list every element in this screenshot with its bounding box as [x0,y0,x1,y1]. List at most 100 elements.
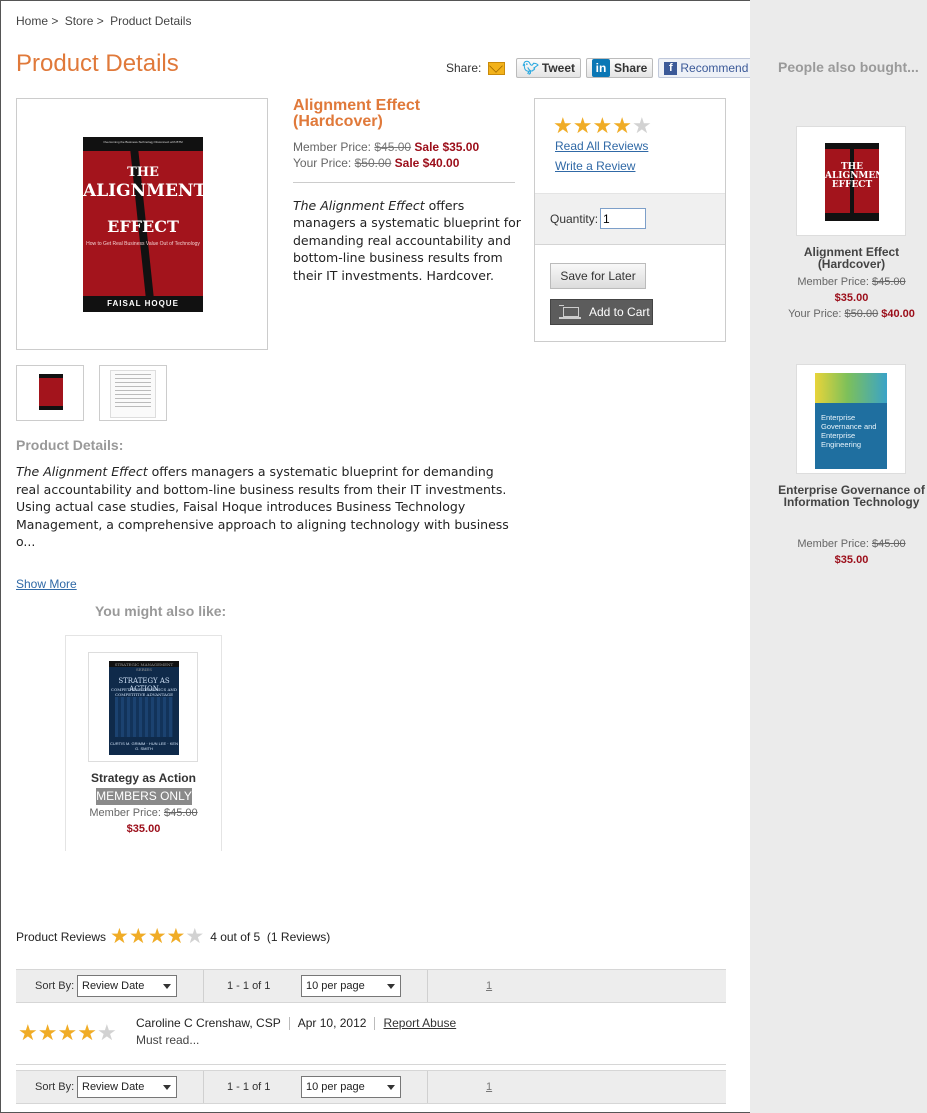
sidebar-your-price-old: $50.00 [844,308,879,320]
share-label: Share: [446,61,482,75]
sidebar-sale-price: $35.00 [778,554,925,566]
also-like-card[interactable]: STRATEGIC MANAGEMENT SERIES STRATEGY AS … [65,635,222,851]
also-like-image[interactable]: STRATEGIC MANAGEMENT SERIES STRATEGY AS … [88,652,198,762]
review-author: Caroline C Crenshaw, CSP [136,1016,281,1030]
breadcrumb-home[interactable]: Home > [16,14,58,28]
read-all-reviews-link[interactable]: Read All Reviews [555,139,648,153]
sort-by-label: Sort By: [35,1081,75,1093]
show-more-link[interactable]: Show More [16,577,77,591]
reviews-label: Product Reviews [16,930,107,944]
facebook-recommend-button[interactable]: f Recommend [658,58,755,78]
your-price-old: $50.00 [354,156,392,170]
sidebar-item-title-alignment[interactable]: Alignment Effect (Hardcover) [778,246,925,270]
strategy-cover-subtitle: COMPETITIVE DYNAMICS AND COMPETITIVE ADV… [110,687,178,697]
details-book-title: The Alignment Effect [16,464,148,479]
sidebar-heading: People also bought... [778,59,919,75]
star-filled-icon: ★ [166,925,186,948]
sidebar-item-image-enterprise[interactable]: Enterprise Governance and Enterprise Eng… [796,364,906,474]
save-for-later-button[interactable]: Save for Later [550,263,646,289]
member-price-line: Member Price: $45.00 Sale $35.00 [293,140,479,154]
sort-by-select[interactable]: Review Date [77,975,177,997]
sidebar-item-title-enterprise[interactable]: Enterprise Governance of Information Tec… [778,484,925,508]
sidebar-cover-title: Enterprise Governance and Enterprise Eng… [821,413,877,449]
product-title: Alignment Effect (Hardcover) [293,97,421,130]
star-filled-icon: ★ [147,925,167,948]
reviews-sortbar-bottom: Sort By: Review Date 1 - 1 of 1 10 per p… [16,1070,726,1104]
facebook-icon: f [664,61,678,75]
sort-by-label: Sort By: [35,980,75,992]
also-like-title[interactable]: Strategy as Action [66,771,221,785]
divider [203,1071,204,1103]
members-only-badge: MEMBERS ONLY [96,788,192,805]
also-like-member-price-label: Member Price: [89,807,161,819]
quantity-input[interactable] [600,208,646,229]
sidebar-sale-price: $35.00 [778,292,925,304]
sidebar-member-price: Member Price: $45.00 [778,538,925,550]
reviews-rating-text: 4 out of 5 [210,930,261,944]
also-like-member-price-old: $45.00 [163,807,198,819]
star-filled-icon: ★ [572,113,593,138]
sidebar-your-price-label: Your Price: [788,308,842,320]
star-filled-icon: ★ [18,1020,38,1045]
share-bar: Share: 🐦︎ Tweet in Share f Recommend [446,58,755,78]
review-item: ★ ★ ★ ★ ★ Caroline C Crenshaw, CSP Apr 10, 2… [16,1014,726,1064]
sidebar-item-image-alignment[interactable]: THE ALIGNMENT EFFECT [796,126,906,236]
star-filled-icon: ★ [37,1020,58,1045]
sidebar-member-price-old: $45.00 [871,276,906,288]
write-review-link[interactable]: Write a Review [555,159,635,173]
report-abuse-link[interactable]: Report Abuse [383,1016,456,1030]
strategy-cover-graphic [115,697,173,737]
star-filled-icon: ★ [57,1020,78,1045]
star-filled-icon: ★ [592,113,613,138]
divider [427,970,428,1002]
cover-title-alignment: ALIGNMENT [83,181,207,201]
email-share-icon[interactable] [488,61,506,75]
strategy-cover-series: STRATEGIC MANAGEMENT SERIES [114,662,174,672]
divider [203,970,204,1002]
star-empty-icon: ★ [185,925,205,948]
star-filled-icon: ★ [553,113,573,138]
per-page-select[interactable]: 10 per page [301,975,401,997]
member-price-label: Member Price: [293,140,372,154]
star-filled-icon: ★ [128,925,148,948]
breadcrumb-current: Product Details [110,14,192,28]
main-content: Home > Store > Product Details Product D… [0,0,755,1113]
star-filled-icon: ★ [612,113,632,138]
sort-by-select[interactable]: Review Date [77,1076,177,1098]
your-price-label: Your Price: [293,156,352,170]
tweet-button[interactable]: 🐦︎ Tweet [516,58,581,78]
thumbnail-index-image [110,370,156,418]
linkedin-icon: in [592,59,610,77]
linkedin-share-label: Share [614,61,648,75]
add-to-cart-label: Add to Cart [589,305,650,319]
sidebar-your-price-sale: $40.00 [881,308,915,320]
product-main-image[interactable]: Overcoming the Business-Technology Disco… [16,98,268,350]
linkedin-share-button[interactable]: in Share [586,58,654,78]
sidebar-book-cover: Enterprise Governance and Enterprise Eng… [815,373,887,469]
breadcrumb-store[interactable]: Store > [65,14,104,28]
review-text: Must read... [136,1033,200,1047]
reviews-range: 1 - 1 of 1 [227,980,271,992]
cover-subtitle: How to Get Real Business Value Out of Te… [86,241,200,247]
cover-author: FAISAL HOQUE [83,296,203,312]
sidebar-member-price-label: Member Price: [797,538,869,550]
page-link-1[interactable]: 1 [486,980,492,992]
per-page-select[interactable]: 10 per page [301,1076,401,1098]
thumbnail-index-page[interactable] [99,365,167,421]
sidebar-book-cover: THE ALIGNMENT EFFECT [825,143,890,221]
thumbnail-cover[interactable] [16,365,84,421]
star-filled-icon: ★ [110,925,129,948]
people-also-bought-sidebar: People also bought... THE ALIGNMENT EFFE… [750,0,927,1113]
twitter-bird-icon: 🐦︎ [522,60,539,75]
page-link-1[interactable]: 1 [486,1081,492,1093]
also-like-member-price: Member Price: $45.00 [66,807,221,819]
star-empty-icon: ★ [96,1020,117,1045]
sidebar-member-price-old: $45.00 [871,538,906,550]
facebook-recommend-label: Recommend [680,61,749,75]
add-to-cart-button[interactable]: Add to Cart [550,299,653,325]
tweet-label: Tweet [541,61,575,75]
sidebar-sale-price-value: $35.00 [834,554,869,566]
product-rating-stars: ★ ★ ★ ★ ★ [553,115,652,137]
member-price-old: $45.00 [374,140,412,154]
reviews-summary: Product Reviews ★ ★ ★ ★ ★ 4 out of 5 (1 Revi… [16,925,330,948]
